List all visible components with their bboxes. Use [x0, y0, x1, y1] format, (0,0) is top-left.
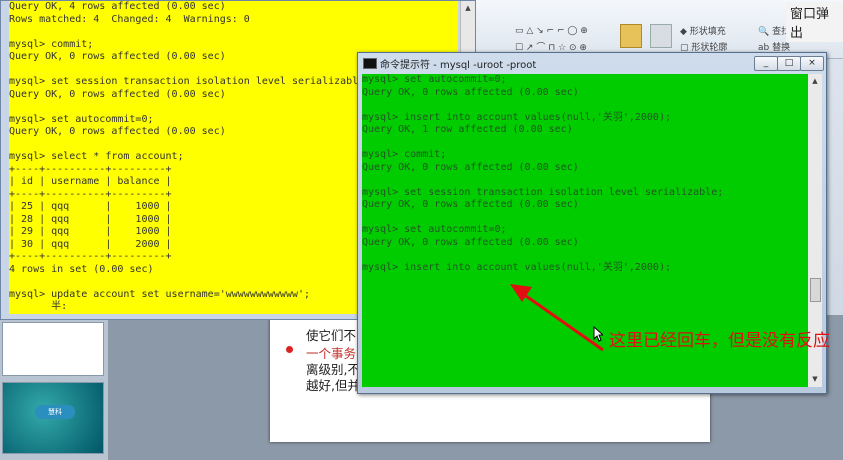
- mouse-cursor-icon: [593, 326, 603, 342]
- annotation-arrow-icon: [510, 284, 604, 352]
- annotation-text: 这里已经回车，但是没有反应: [609, 331, 830, 351]
